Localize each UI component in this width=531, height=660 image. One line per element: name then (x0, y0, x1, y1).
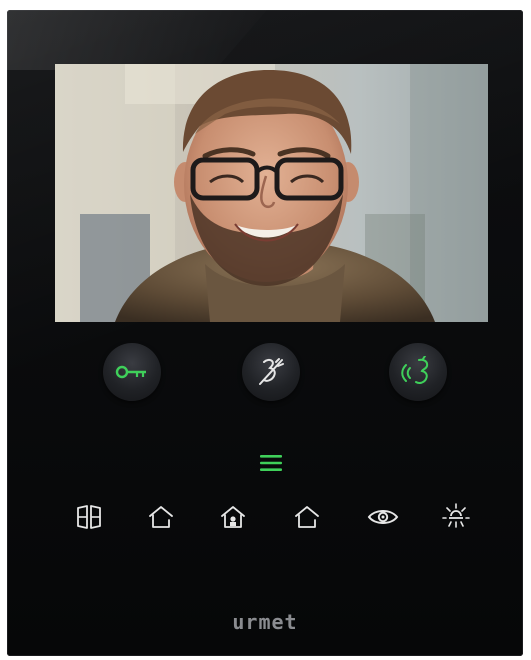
home-icon (295, 506, 319, 528)
glass-reflection (7, 10, 267, 70)
light-icon (442, 503, 470, 528)
home-camera-icon (221, 506, 245, 528)
door-open-button[interactable] (103, 343, 161, 401)
eye-icon (367, 510, 399, 524)
menu-button[interactable] (251, 443, 291, 483)
answer-call-button[interactable] (389, 343, 447, 401)
light-button[interactable] (436, 497, 476, 537)
menu-icon (260, 455, 282, 471)
mute-button[interactable] (242, 343, 300, 401)
key-icon (115, 365, 146, 379)
home-button-2[interactable] (287, 497, 327, 537)
gate-button[interactable] (69, 497, 109, 537)
video-screen (55, 64, 488, 322)
home-button-1[interactable] (141, 497, 181, 537)
home-camera-button[interactable] (213, 497, 253, 537)
speak-icon (401, 356, 429, 384)
watch-camera-button[interactable] (363, 497, 403, 537)
gate-icon (77, 505, 101, 529)
brand-logo: urmet (232, 610, 298, 634)
video-intercom-panel: urmet (7, 10, 523, 656)
mute-icon (259, 358, 284, 385)
home-icon (149, 506, 173, 528)
visitor-video-feed (55, 64, 488, 322)
